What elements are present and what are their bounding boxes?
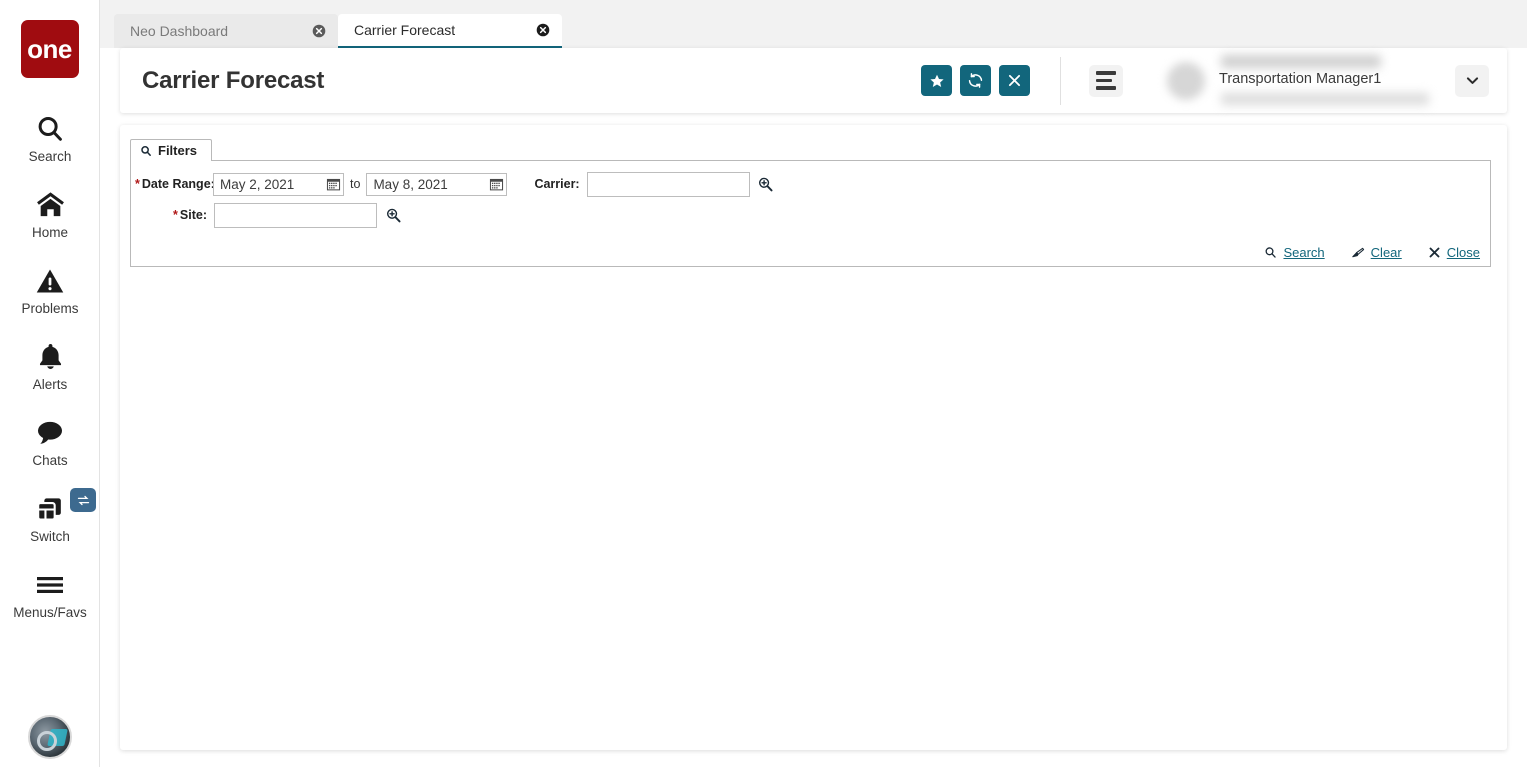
magnifier-plus-icon (757, 176, 774, 193)
sidebar-item-menus-favs[interactable]: Menus/Favs (0, 556, 100, 632)
close-circle-icon[interactable] (536, 23, 550, 37)
sidebar-item-label: Problems (21, 300, 79, 316)
sidebar-item-label: Switch (30, 528, 70, 544)
date-from-wrapper (213, 172, 344, 196)
required-asterisk: * (173, 208, 178, 222)
site-lookup-button[interactable] (384, 206, 402, 224)
filters-close-link[interactable]: Close (1428, 245, 1480, 260)
sidebar-item-switch[interactable]: Switch (0, 480, 100, 556)
hamburger-icon (35, 569, 65, 601)
eraser-icon (1351, 246, 1365, 259)
chat-bubble-icon (35, 417, 65, 449)
refresh-button[interactable] (960, 65, 991, 96)
filters-search-link[interactable]: Search (1264, 245, 1325, 260)
sidebar-item-label: Search (28, 148, 72, 164)
tab-neo-dashboard[interactable]: Neo Dashboard (114, 14, 338, 48)
carrier-label: Carrier: (534, 177, 580, 191)
x-icon (1428, 246, 1441, 259)
header-divider (1060, 56, 1061, 105)
user-profile-block[interactable]: Transportation Manager1 (1167, 48, 1489, 113)
page-body: Carrier Forecast Transportation Manager1… (100, 48, 1527, 767)
sidebar-item-label: Chats (32, 452, 68, 468)
date-to-input[interactable] (366, 172, 508, 196)
required-asterisk: * (135, 177, 140, 191)
left-navigation-rail: one Search Home Problems Alerts Chats Sw… (0, 0, 100, 767)
header-action-buttons (921, 65, 1030, 96)
app-logo-text: one (27, 34, 72, 64)
hamburger-menu-icon[interactable] (1089, 64, 1123, 97)
filters-clear-label: Clear (1370, 245, 1402, 260)
search-icon (140, 145, 152, 157)
sidebar-item-alerts[interactable]: Alerts (0, 328, 100, 404)
sidebar-item-home[interactable]: Home (0, 176, 100, 252)
tab-filters[interactable]: Filters (130, 139, 213, 161)
filters-close-label: Close (1446, 245, 1480, 260)
tab-carrier-forecast[interactable]: Carrier Forecast (338, 14, 562, 48)
filters-clear-link[interactable]: Clear (1351, 245, 1402, 260)
page-header-card: Carrier Forecast Transportation Manager1 (120, 48, 1507, 113)
user-role-label: Transportation Manager1 (1219, 70, 1382, 87)
user-avatar-icon[interactable] (28, 715, 72, 759)
application-root: one Search Home Problems Alerts Chats Sw… (0, 0, 1527, 767)
favorite-button[interactable] (921, 65, 952, 96)
sidebar-item-problems[interactable]: Problems (0, 252, 100, 328)
rail-item-list: Search Home Problems Alerts Chats Switch… (0, 100, 99, 632)
magnifier-icon (1264, 246, 1277, 259)
filters-tabstrip-filler (212, 139, 1491, 161)
user-org-redacted (1221, 92, 1429, 105)
home-icon (35, 189, 66, 221)
browser-tab-strip: Neo Dashboard Carrier Forecast (100, 0, 1527, 48)
site-label: * Site: (173, 208, 207, 222)
filters-search-label: Search (1283, 245, 1325, 260)
chevron-down-icon[interactable] (1455, 64, 1489, 97)
close-circle-icon[interactable] (312, 24, 326, 38)
user-name-redacted (1221, 54, 1381, 68)
windows-stack-icon (34, 493, 66, 525)
site-input[interactable] (214, 202, 377, 228)
filters-row-date-carrier: * Date Range: May 2, 2021 to May 8, 2021… (131, 171, 1490, 197)
star-icon (929, 73, 945, 89)
refresh-icon (967, 72, 984, 89)
tab-label: Neo Dashboard (130, 23, 229, 39)
filters-tabstrip: Filters (126, 139, 1491, 161)
warning-triangle-icon (35, 265, 65, 297)
date-range-separator: to (350, 177, 361, 191)
tab-label: Carrier Forecast (354, 22, 456, 38)
sidebar-item-search[interactable]: Search (0, 100, 100, 176)
sidebar-item-chats[interactable]: Chats (0, 404, 100, 480)
magnifier-plus-icon (385, 207, 402, 224)
filters-row-site: * Site: (131, 202, 1490, 228)
x-icon (1007, 73, 1022, 88)
filters-tab-label: Filters (158, 143, 198, 158)
filters-actions: Search Clear Close (1264, 245, 1480, 260)
close-button[interactable] (999, 65, 1030, 96)
date-from-input[interactable] (213, 172, 344, 196)
sidebar-item-label: Menus/Favs (13, 604, 87, 620)
date-to-wrapper (366, 172, 508, 196)
main-area: Neo Dashboard Carrier Forecast Carrier F… (100, 0, 1527, 767)
user-text: Transportation Manager1 (1217, 53, 1449, 109)
filters-panel: * Date Range: May 2, 2021 to May 8, 2021… (130, 161, 1491, 267)
carrier-input[interactable] (586, 171, 750, 197)
avatar (1167, 61, 1205, 100)
app-logo[interactable]: one (20, 20, 79, 78)
page-content-card: Filters * Date Range: May 2, 2021 to May… (120, 125, 1507, 750)
bell-icon (36, 341, 65, 373)
search-icon (35, 113, 65, 145)
sidebar-item-label: Home (31, 224, 68, 240)
page-title: Carrier Forecast (142, 66, 325, 94)
switch-badge[interactable] (70, 488, 96, 512)
carrier-lookup-button[interactable] (757, 175, 775, 193)
date-range-label: * Date Range: (135, 177, 215, 191)
swap-arrows-icon (76, 493, 91, 508)
sidebar-item-label: Alerts (32, 376, 68, 392)
